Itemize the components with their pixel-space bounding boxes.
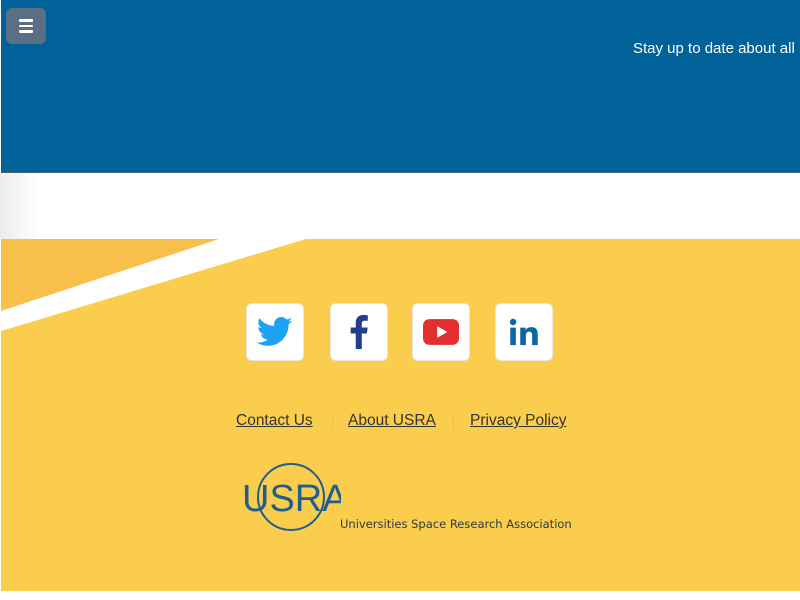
usra-logo[interactable]: USRA (241, 460, 341, 535)
youtube-icon (423, 319, 459, 345)
facebook-icon (350, 315, 368, 349)
about-usra-link[interactable]: About USRA (348, 412, 436, 430)
linkedin-icon (509, 318, 538, 346)
social-links (246, 303, 556, 363)
contact-us-link[interactable]: Contact Us (236, 412, 313, 430)
site-header: Stay up to date about all p (1, 0, 800, 173)
hamburger-icon (19, 19, 33, 22)
hamburger-icon-bar (19, 24, 33, 28)
facebook-button[interactable] (330, 303, 388, 361)
edge-shadow (0, 173, 40, 239)
logo-tagline: Universities Space Research Association (340, 517, 572, 531)
logo-wordmark: USRA (242, 478, 341, 520)
hamburger-icon-bar (19, 30, 33, 33)
link-separator (332, 415, 333, 430)
newsletter-tagline: Stay up to date about all p (633, 40, 800, 57)
bottom-strip (0, 591, 800, 600)
twitter-button[interactable] (246, 303, 304, 361)
linkedin-button[interactable] (495, 303, 553, 361)
white-band (0, 173, 800, 239)
privacy-policy-link[interactable]: Privacy Policy (470, 412, 566, 430)
footer-links: Contact Us About USRA Privacy Policy (1, 412, 800, 436)
site-footer: Contact Us About USRA Privacy Policy USR… (1, 239, 800, 591)
menu-toggle-button[interactable] (6, 8, 46, 44)
youtube-button[interactable] (412, 303, 470, 361)
link-separator (453, 415, 454, 430)
twitter-icon (257, 317, 293, 346)
